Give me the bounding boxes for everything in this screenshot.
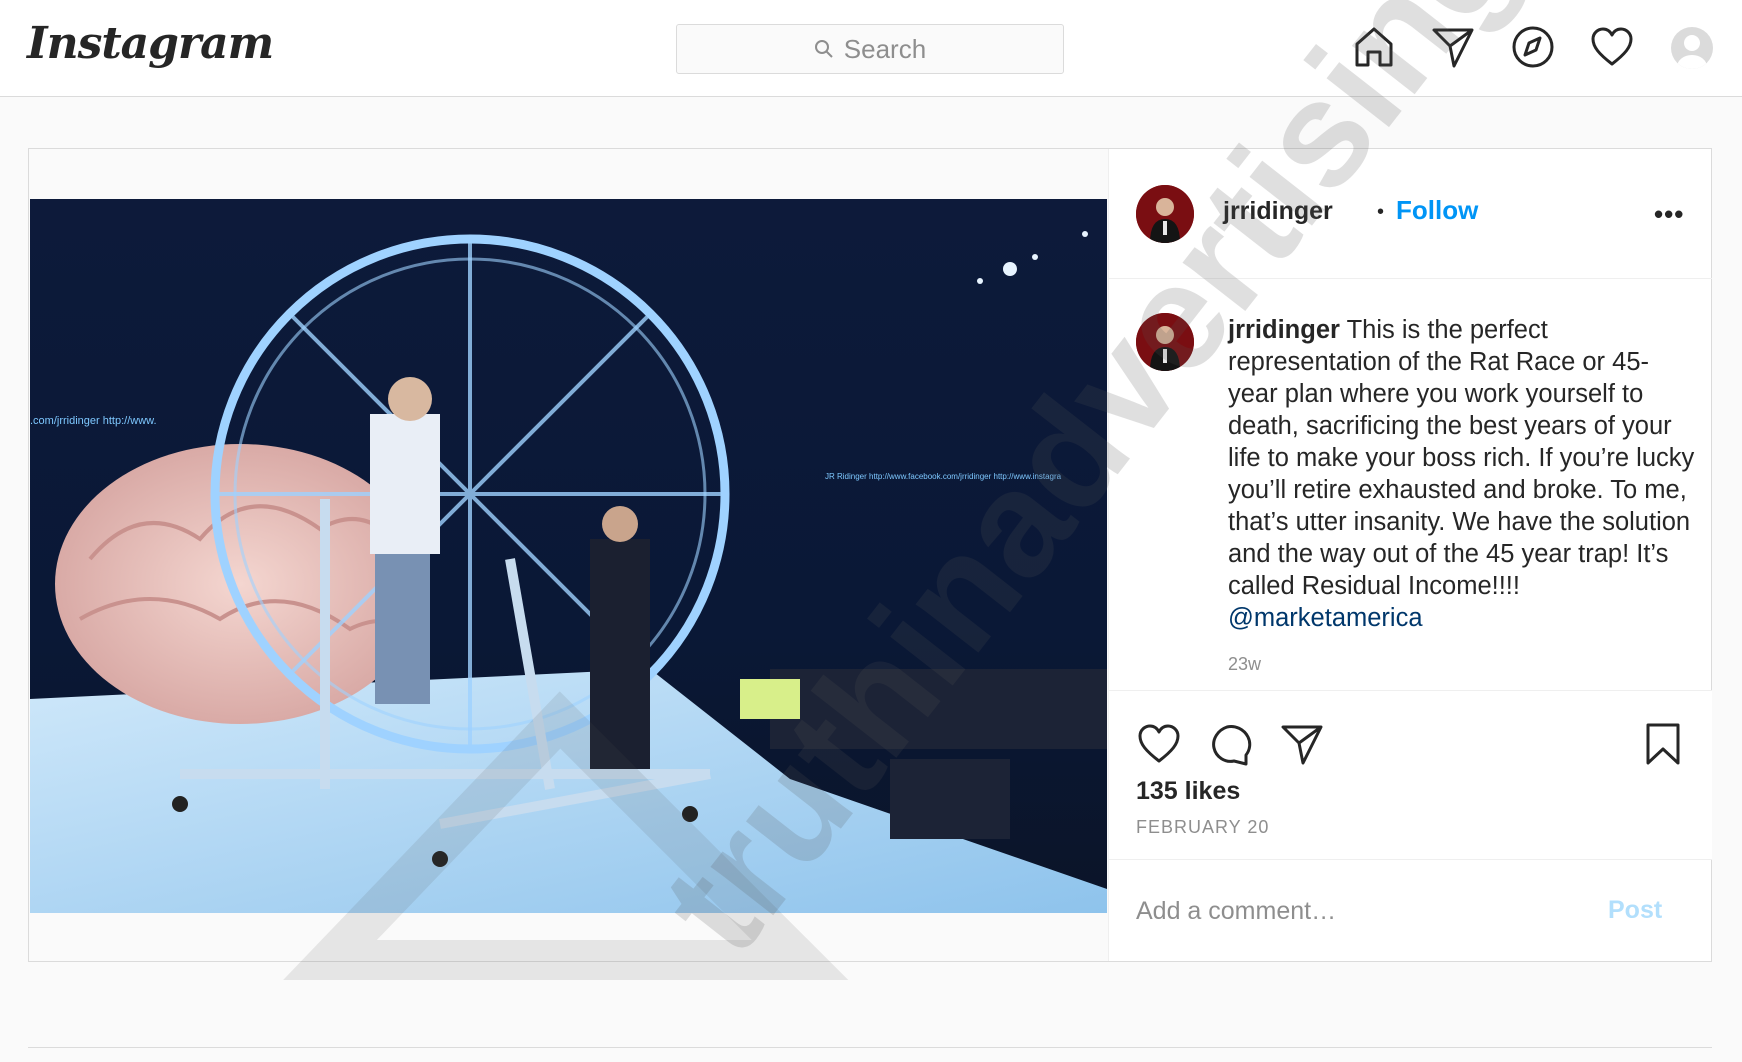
post-comment-button[interactable]: Post <box>1608 896 1662 925</box>
bookmark-icon[interactable] <box>1640 721 1686 767</box>
footer-divider <box>28 1047 1712 1048</box>
activity-heart-icon[interactable] <box>1589 24 1635 70</box>
more-options-icon[interactable]: ••• <box>1654 199 1684 230</box>
post-card: .com/jrridinger http://www. JR Ridinger … <box>28 148 1712 962</box>
post-photo[interactable]: .com/jrridinger http://www. JR Ridinger … <box>30 199 1107 913</box>
comment-bubble-icon[interactable] <box>1208 721 1254 767</box>
post-actions: 135 likes FEBRUARY 20 <box>1109 690 1712 860</box>
like-heart-icon[interactable] <box>1136 721 1182 767</box>
search-box[interactable]: Search <box>676 24 1064 74</box>
author-avatar[interactable] <box>1136 185 1194 243</box>
author-username[interactable]: jrridinger <box>1223 197 1333 226</box>
caption-body: This is the perfect representation of th… <box>1228 316 1695 600</box>
instagram-logo[interactable]: Instagram <box>27 18 274 69</box>
search-placeholder: Search <box>843 33 927 64</box>
direct-message-icon[interactable] <box>1430 24 1476 70</box>
separator-dot: • <box>1377 201 1385 223</box>
caption-username[interactable]: jrridinger <box>1228 316 1340 344</box>
share-icon[interactable] <box>1279 721 1325 767</box>
profile-avatar[interactable] <box>1671 27 1713 69</box>
post-header: jrridinger • Follow ••• <box>1109 149 1712 279</box>
caption-mention-link[interactable]: @marketamerica <box>1228 604 1423 632</box>
post-date: FEBRUARY 20 <box>1136 817 1270 837</box>
explore-icon[interactable] <box>1510 24 1556 70</box>
top-navigation-bar: Instagram Search <box>0 0 1742 97</box>
banner-right-text: JR Ridinger http://www.facebook.com/jrri… <box>825 472 1062 481</box>
post-media: .com/jrridinger http://www. JR Ridinger … <box>29 149 1108 961</box>
caption-text: jrridinger This is the perfect represent… <box>1228 314 1698 634</box>
comment-bar: Post <box>1109 859 1712 961</box>
search-icon <box>814 40 833 58</box>
banner-left-text: .com/jrridinger http://www. <box>30 415 157 427</box>
caption-author-avatar[interactable] <box>1136 313 1194 371</box>
likes-count[interactable]: 135 likes <box>1136 777 1240 806</box>
caption-age: 23w <box>1228 654 1262 674</box>
home-icon[interactable] <box>1351 24 1397 70</box>
comment-input[interactable] <box>1136 894 1576 928</box>
post-sidebar: jrridinger • Follow ••• jrridinger This … <box>1108 149 1712 961</box>
follow-button[interactable]: Follow <box>1396 195 1478 226</box>
